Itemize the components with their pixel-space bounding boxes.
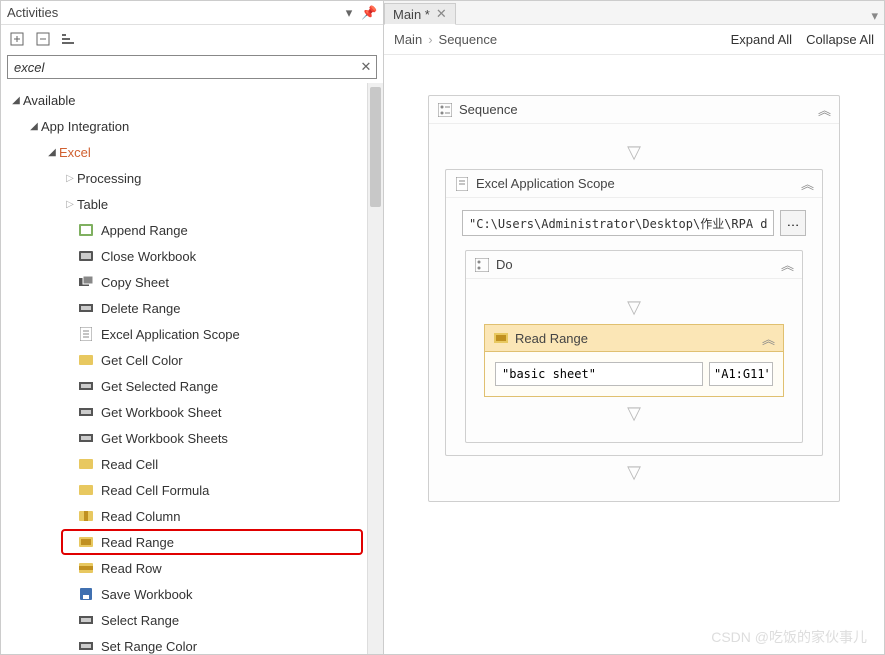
- save-icon: [77, 586, 95, 602]
- tabs-dropdown-icon[interactable]: ▾: [865, 8, 884, 24]
- search-input[interactable]: [8, 60, 356, 75]
- clear-search-icon[interactable]: ✕: [356, 59, 376, 75]
- sheet-icon: [77, 274, 95, 290]
- drop-target-icon[interactable]: ▽: [482, 397, 786, 430]
- sheet-icon: [77, 404, 95, 420]
- breadcrumb: Main › Sequence Expand All Collapse All: [384, 25, 884, 55]
- read-range-header[interactable]: Read Range ︽: [484, 324, 784, 352]
- sequence-header[interactable]: Sequence ︽: [429, 96, 839, 124]
- drop-target-icon[interactable]: ▽: [445, 456, 823, 489]
- cell-icon: [77, 482, 95, 498]
- activities-header: Activities ▾ 📌: [1, 1, 383, 25]
- tree-item-copy-sheet[interactable]: Copy Sheet: [61, 269, 367, 295]
- sheet-icon: [77, 300, 95, 316]
- tree-node-excel[interactable]: ◢Excel: [43, 139, 367, 165]
- excel-scope-activity[interactable]: Excel Application Scope ︽ … Do ︽: [445, 169, 823, 456]
- activities-toolbar: [1, 25, 383, 53]
- do-header[interactable]: Do ︽: [466, 251, 802, 279]
- breadcrumb-child[interactable]: Sequence: [439, 32, 498, 47]
- cell-icon: [77, 456, 95, 472]
- tabs-row: Main * ✕ ▾: [384, 1, 884, 25]
- sequence-icon: [437, 102, 453, 118]
- scrollbar-thumb[interactable]: [370, 87, 381, 207]
- tree-item-delete-range[interactable]: Delete Range: [61, 295, 367, 321]
- breadcrumb-root[interactable]: Main: [394, 32, 422, 47]
- tree-scrollbar[interactable]: [367, 83, 383, 654]
- tree-item-close-workbook[interactable]: Close Workbook: [61, 243, 367, 269]
- excel-scope-title: Excel Application Scope: [476, 176, 615, 191]
- tree-item-select-range[interactable]: Select Range: [61, 607, 367, 633]
- do-activity[interactable]: Do ︽ ▽ Read Range ︽: [465, 250, 803, 443]
- collapse-all-button[interactable]: [31, 28, 55, 50]
- row-icon: [77, 560, 95, 576]
- tree-item-append-range[interactable]: Append Range: [61, 217, 367, 243]
- pin-icon[interactable]: 📌: [361, 5, 377, 21]
- sheet-icon: [77, 378, 95, 394]
- sequence-title: Sequence: [459, 102, 518, 117]
- search-row: ✕: [7, 55, 377, 79]
- tree-item-save-workbook[interactable]: Save Workbook: [61, 581, 367, 607]
- designer-canvas[interactable]: Sequence ︽ ▽ Excel Application Scope ︽ …: [384, 55, 884, 654]
- activities-panel: Activities ▾ 📌 ✕ ◢Available ◢App Integra…: [0, 0, 384, 655]
- sequence-icon: [474, 257, 490, 273]
- tree-node-table[interactable]: ▷Table: [61, 191, 367, 217]
- collapse-icon[interactable]: ︽: [781, 255, 794, 274]
- cell-icon: [77, 352, 95, 368]
- collapse-all-link[interactable]: Collapse All: [806, 32, 874, 47]
- tree-node-processing[interactable]: ▷Processing: [61, 165, 367, 191]
- tab-label: Main *: [393, 7, 430, 22]
- designer-panel: Main * ✕ ▾ Main › Sequence Expand All Co…: [384, 0, 885, 655]
- tree-node-available[interactable]: ◢Available: [7, 87, 367, 113]
- sheet-icon: [77, 612, 95, 628]
- expand-all-link[interactable]: Expand All: [731, 32, 792, 47]
- do-title: Do: [496, 257, 513, 272]
- collapse-icon[interactable]: ︽: [801, 174, 814, 193]
- panel-title: Activities: [7, 5, 337, 20]
- tree-item-read-range[interactable]: Read Range: [61, 529, 363, 555]
- tree-item-read-cell[interactable]: Read Cell: [61, 451, 367, 477]
- range-icon: [493, 330, 509, 346]
- tree-item-set-range-color[interactable]: Set Range Color: [61, 633, 367, 654]
- tree-item-read-cell-formula[interactable]: Read Cell Formula: [61, 477, 367, 503]
- sheet-icon: [77, 430, 95, 446]
- scope-icon: [77, 326, 95, 342]
- sheet-name-input[interactable]: [495, 362, 703, 386]
- autohide-icon[interactable]: ▾: [341, 5, 357, 21]
- collapse-icon[interactable]: ︽: [818, 100, 831, 119]
- workbook-icon: [77, 248, 95, 264]
- tree-item-get-workbook-sheet[interactable]: Get Workbook Sheet: [61, 399, 367, 425]
- tree-item-get-cell-color[interactable]: Get Cell Color: [61, 347, 367, 373]
- sheet-icon: [77, 638, 95, 654]
- tree-node-app-integration[interactable]: ◢App Integration: [25, 113, 367, 139]
- excel-icon: [77, 222, 95, 238]
- tree-item-get-workbook-sheets[interactable]: Get Workbook Sheets: [61, 425, 367, 451]
- collapse-icon[interactable]: ︽: [762, 329, 775, 348]
- range-input[interactable]: [709, 362, 773, 386]
- activities-tree[interactable]: ◢Available ◢App Integration ◢Excel ▷Proc…: [1, 83, 367, 654]
- tree-item-get-selected-range[interactable]: Get Selected Range: [61, 373, 367, 399]
- column-icon: [77, 508, 95, 524]
- browse-button[interactable]: …: [780, 210, 806, 236]
- expand-all-button[interactable]: [5, 28, 29, 50]
- tree-item-read-row[interactable]: Read Row: [61, 555, 367, 581]
- workbook-path-input[interactable]: [462, 210, 774, 236]
- tree-item-excel-app-scope[interactable]: Excel Application Scope: [61, 321, 367, 347]
- close-tab-icon[interactable]: ✕: [436, 6, 447, 22]
- show-activities-button[interactable]: [57, 28, 81, 50]
- range-icon: [77, 534, 95, 550]
- drop-target-icon[interactable]: ▽: [482, 291, 786, 324]
- excel-scope-header[interactable]: Excel Application Scope ︽: [446, 170, 822, 198]
- read-range-activity[interactable]: Read Range ︽: [484, 324, 784, 397]
- sequence-activity[interactable]: Sequence ︽ ▽ Excel Application Scope ︽ …: [428, 95, 840, 502]
- chevron-right-icon: ›: [428, 32, 432, 47]
- scope-icon: [454, 176, 470, 192]
- read-range-title: Read Range: [515, 331, 588, 346]
- tab-main[interactable]: Main * ✕: [384, 3, 456, 25]
- tree-item-read-column[interactable]: Read Column: [61, 503, 367, 529]
- drop-target-icon[interactable]: ▽: [445, 136, 823, 169]
